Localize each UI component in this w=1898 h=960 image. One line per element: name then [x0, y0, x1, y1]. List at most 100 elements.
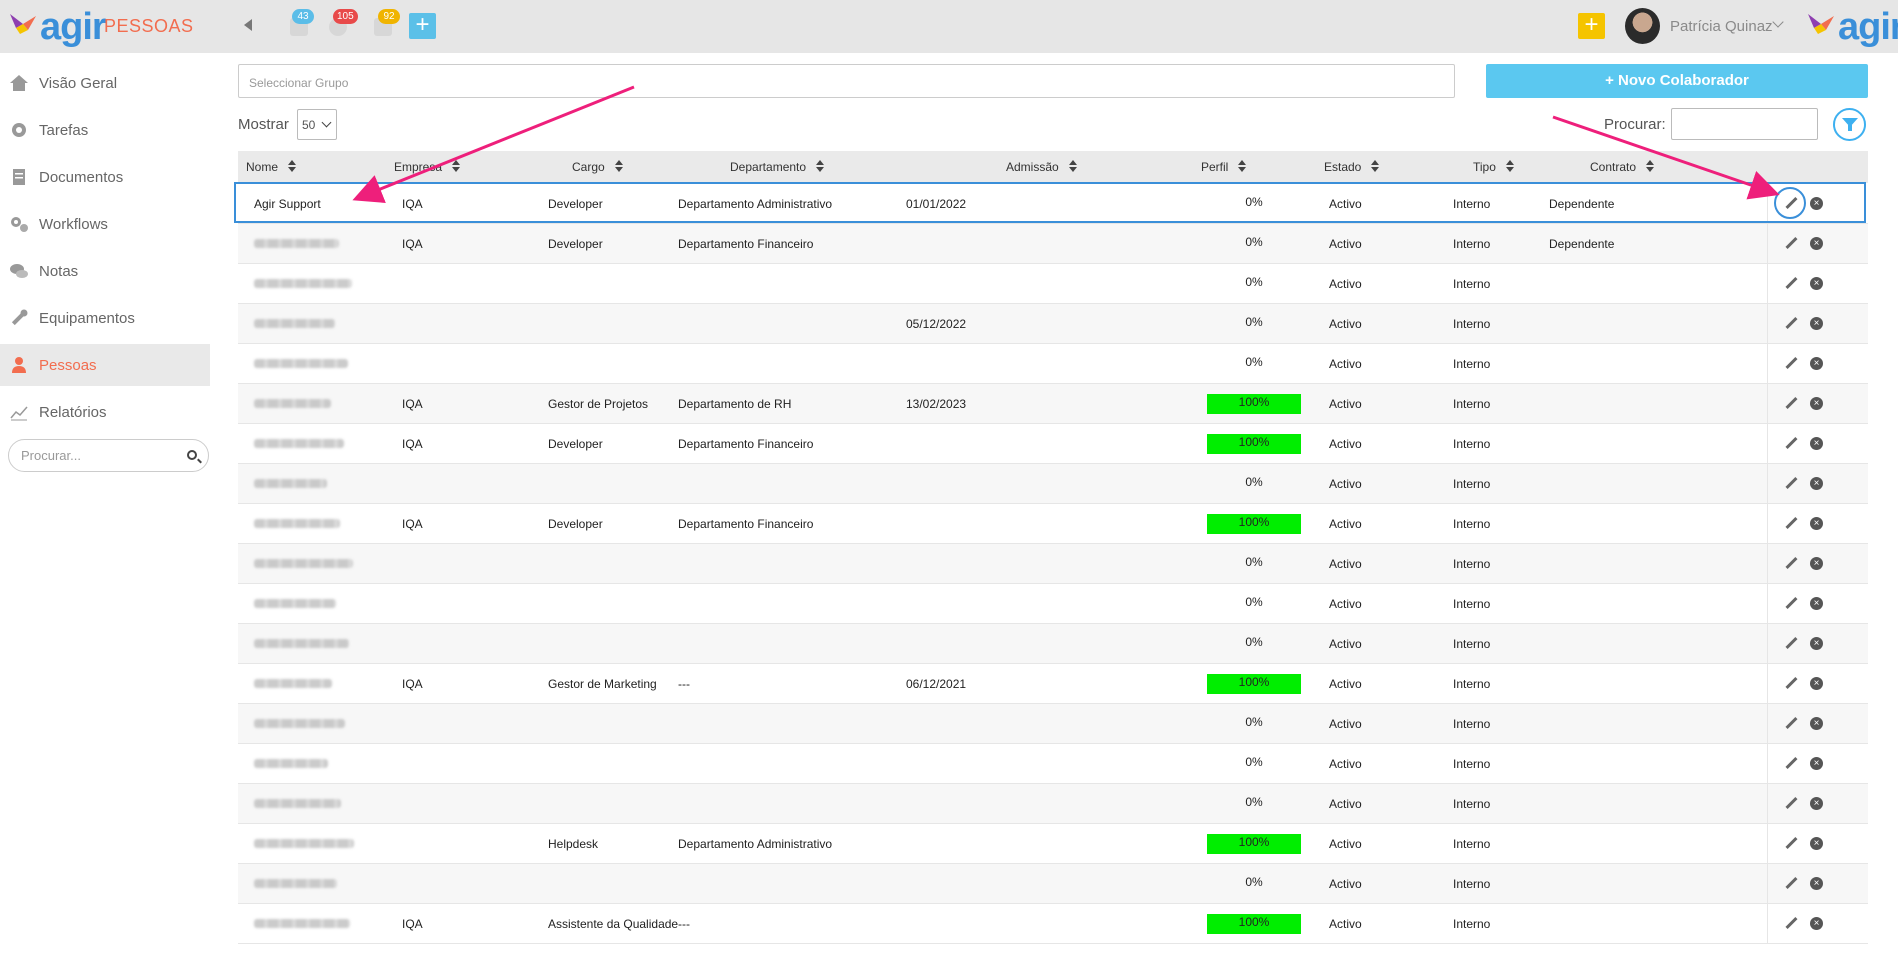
- cell-nome-redacted[interactable]: [254, 759, 328, 768]
- sidebar-search-input[interactable]: [21, 440, 181, 471]
- avatar[interactable]: [1625, 8, 1660, 44]
- table-row[interactable]: Helpdesk Departamento Administrativo 100% A…: [238, 824, 1868, 864]
- sidebar-item-workflows[interactable]: Workflows: [0, 203, 210, 245]
- calendar-quick-button[interactable]: 43: [288, 9, 314, 40]
- edit-pencil-icon[interactable]: [1785, 797, 1798, 810]
- column-header-empresa[interactable]: Empresa: [394, 160, 461, 174]
- settings-quick-button[interactable]: 105: [327, 9, 358, 40]
- table-row[interactable]: 0% Activo Interno ×: [238, 864, 1868, 904]
- sidebar-item-tarefas[interactable]: Tarefas: [0, 109, 210, 151]
- sort-icon[interactable]: [1238, 160, 1247, 172]
- column-header-departamento[interactable]: Departamento: [730, 160, 825, 174]
- cell-nome-redacted[interactable]: [254, 679, 332, 688]
- edit-pencil-icon[interactable]: [1785, 317, 1798, 330]
- table-row[interactable]: 0% Activo Interno ×: [238, 544, 1868, 584]
- cell-nome-redacted[interactable]: [254, 799, 341, 808]
- delete-circle-icon[interactable]: ×: [1810, 237, 1823, 250]
- cell-nome-redacted[interactable]: [254, 919, 350, 928]
- group-select[interactable]: Seleccionar Grupo: [238, 64, 1455, 98]
- table-row[interactable]: 0% Activo Interno ×: [238, 584, 1868, 624]
- table-row[interactable]: IQA Gestor de Marketing --- 06/12/2021 100% A…: [238, 664, 1868, 704]
- cell-nome-redacted[interactable]: [254, 559, 353, 568]
- cell-nome-redacted[interactable]: [254, 439, 344, 448]
- user-name[interactable]: Patrícia Quinaz: [1670, 18, 1773, 35]
- delete-circle-icon[interactable]: ×: [1810, 917, 1823, 930]
- column-header-contrato[interactable]: Contrato: [1590, 160, 1655, 174]
- delete-circle-icon[interactable]: ×: [1810, 797, 1823, 810]
- delete-circle-icon[interactable]: ×: [1810, 277, 1823, 290]
- documents-quick-button[interactable]: 92: [372, 9, 400, 40]
- table-row[interactable]: IQA Developer Departamento Financeiro 100% A…: [238, 424, 1868, 464]
- cell-nome-redacted[interactable]: [254, 399, 331, 408]
- table-row[interactable]: 0% Activo Interno ×: [238, 624, 1868, 664]
- delete-circle-icon[interactable]: ×: [1810, 477, 1823, 490]
- cell-nome-redacted[interactable]: [254, 839, 354, 848]
- column-header-perfil[interactable]: Perfil: [1201, 160, 1247, 174]
- delete-circle-icon[interactable]: ×: [1810, 837, 1823, 850]
- sort-icon[interactable]: [288, 160, 297, 172]
- table-row[interactable]: IQA Developer Departamento Financeiro 0% Act…: [238, 224, 1868, 264]
- sort-icon[interactable]: [452, 160, 461, 172]
- sort-icon[interactable]: [1646, 160, 1655, 172]
- edit-pencil-icon[interactable]: [1785, 397, 1798, 410]
- cell-nome-redacted[interactable]: [254, 639, 349, 648]
- edit-pencil-icon[interactable]: [1785, 837, 1798, 850]
- cell-nome-redacted[interactable]: [254, 319, 335, 328]
- table-row[interactable]: 0% Activo Interno ×: [238, 784, 1868, 824]
- delete-circle-icon[interactable]: ×: [1810, 197, 1823, 210]
- edit-pencil-icon[interactable]: [1785, 197, 1798, 210]
- sidebar-search[interactable]: [8, 439, 209, 472]
- quick-add-button[interactable]: +: [409, 13, 436, 39]
- brand-logo[interactable]: agir: [8, 4, 107, 50]
- edit-pencil-icon[interactable]: [1785, 877, 1798, 890]
- sidebar-item-documentos[interactable]: Documentos: [0, 156, 210, 198]
- table-row[interactable]: 0% Activo Interno ×: [238, 464, 1868, 504]
- table-row[interactable]: IQA Developer Departamento Financeiro 100% A…: [238, 504, 1868, 544]
- chevron-down-icon[interactable]: [1772, 16, 1784, 28]
- sort-icon[interactable]: [1068, 160, 1077, 172]
- table-row[interactable]: 0% Activo Interno ×: [238, 344, 1868, 384]
- column-header-estado[interactable]: Estado: [1324, 160, 1380, 174]
- table-row[interactable]: 0% Activo Interno ×: [238, 264, 1868, 304]
- delete-circle-icon[interactable]: ×: [1810, 557, 1823, 570]
- edit-pencil-icon[interactable]: [1785, 437, 1798, 450]
- page-size-select[interactable]: 50: [297, 109, 337, 140]
- edit-pencil-icon[interactable]: [1785, 517, 1798, 530]
- delete-circle-icon[interactable]: ×: [1810, 877, 1823, 890]
- cell-nome[interactable]: Agir Support: [254, 197, 321, 211]
- column-header-cargo[interactable]: Cargo: [572, 160, 623, 174]
- column-header-admissao[interactable]: Admissão: [1006, 160, 1077, 174]
- edit-pencil-icon[interactable]: [1785, 477, 1798, 490]
- sort-icon[interactable]: [1505, 160, 1514, 172]
- edit-pencil-icon[interactable]: [1785, 757, 1798, 770]
- delete-circle-icon[interactable]: ×: [1810, 397, 1823, 410]
- delete-circle-icon[interactable]: ×: [1810, 677, 1823, 690]
- create-new-button[interactable]: +: [1578, 13, 1605, 39]
- delete-circle-icon[interactable]: ×: [1810, 517, 1823, 530]
- sidebar-item-visao-geral[interactable]: Visão Geral: [0, 62, 210, 104]
- sidebar-item-equipamentos[interactable]: Equipamentos: [0, 297, 210, 339]
- edit-pencil-icon[interactable]: [1785, 277, 1798, 290]
- edit-pencil-icon[interactable]: [1785, 637, 1798, 650]
- delete-circle-icon[interactable]: ×: [1810, 357, 1823, 370]
- table-row[interactable]: 05/12/2022 0% Activo Interno ×: [238, 304, 1868, 344]
- cell-nome-redacted[interactable]: [254, 479, 327, 488]
- search-icon[interactable]: [187, 450, 197, 460]
- table-row[interactable]: 0% Activo Interno ×: [238, 704, 1868, 744]
- sort-icon[interactable]: [1371, 160, 1380, 172]
- edit-pencil-icon[interactable]: [1785, 917, 1798, 930]
- sidebar-item-notas[interactable]: Notas: [0, 250, 210, 292]
- table-row[interactable]: 0% Activo Interno ×: [238, 744, 1868, 784]
- table-row[interactable]: IQA Assistente da Qualidade --- 100% Activo I…: [238, 904, 1868, 944]
- sort-icon[interactable]: [816, 160, 825, 172]
- edit-pencil-icon[interactable]: [1785, 357, 1798, 370]
- cell-nome-redacted[interactable]: [254, 239, 339, 248]
- new-collaborator-button[interactable]: + Novo Colaborador: [1486, 64, 1868, 98]
- delete-circle-icon[interactable]: ×: [1810, 597, 1823, 610]
- delete-circle-icon[interactable]: ×: [1810, 757, 1823, 770]
- cell-nome-redacted[interactable]: [254, 879, 337, 888]
- table-row[interactable]: IQA Gestor de Projetos Departamento de RH 1…: [238, 384, 1868, 424]
- edit-pencil-icon[interactable]: [1785, 717, 1798, 730]
- collapse-sidebar-icon[interactable]: [244, 19, 252, 31]
- cell-nome-redacted[interactable]: [254, 719, 345, 728]
